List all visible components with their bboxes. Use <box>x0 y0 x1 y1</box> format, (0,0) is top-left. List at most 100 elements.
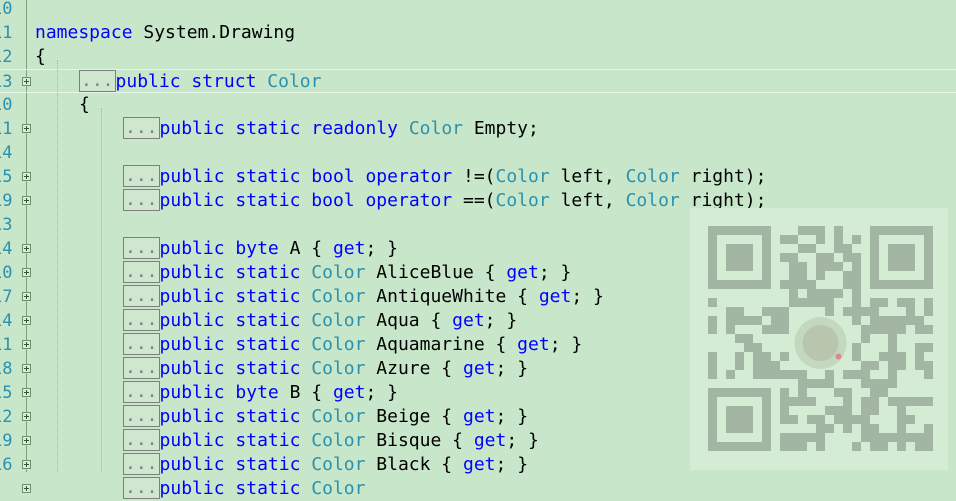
keyword-token: public <box>159 358 225 379</box>
type-token: Color <box>267 71 322 92</box>
expand-plus-icon[interactable] <box>22 364 31 373</box>
keyword-token: public <box>159 334 225 355</box>
collapsed-region-marker[interactable]: ... <box>123 333 160 355</box>
line-number: 11 <box>0 119 13 139</box>
keyword-token: static <box>235 190 301 211</box>
collapsed-region-marker[interactable]: ... <box>79 70 116 92</box>
text-token: ; } <box>571 286 604 307</box>
text-token: right); <box>679 166 767 187</box>
type-token: Color <box>311 478 366 499</box>
line-number: 13 <box>0 72 13 92</box>
keyword-token: get <box>506 262 539 283</box>
keyword-token: public <box>115 71 181 92</box>
collapsed-region-marker[interactable]: ... <box>123 309 160 331</box>
collapsed-region-marker[interactable]: ... <box>123 429 160 451</box>
code-line[interactable]: 11 ...public static readonly Color Empty; <box>0 117 956 141</box>
expand-plus-icon[interactable] <box>22 172 31 181</box>
expand-plus-icon[interactable] <box>22 244 31 253</box>
type-token: Color <box>311 430 366 451</box>
keyword-token: bool <box>311 190 355 211</box>
keyword-token: operator <box>365 166 453 187</box>
code-text: { <box>79 93 90 117</box>
code-text: ... public static Color AntiqueWhite { ge… <box>123 285 604 309</box>
collapsed-region-marker[interactable]: ... <box>123 189 160 211</box>
collapsed-region-marker[interactable]: ... <box>123 477 160 499</box>
text-token: ; } <box>495 406 529 427</box>
collapsed-region-marker[interactable]: ... <box>123 405 160 427</box>
line-number: 12 <box>0 407 13 427</box>
code-text: ... public static Color Azure { get; } <box>123 357 528 381</box>
line-number: 11 <box>0 335 13 355</box>
keyword-token: byte <box>235 382 279 403</box>
collapsed-region-marker[interactable]: ... <box>123 357 160 379</box>
expand-plus-icon[interactable] <box>22 388 31 397</box>
code-line[interactable]: ... public static Color <box>0 477 956 501</box>
expand-plus-icon[interactable] <box>22 268 31 277</box>
code-line[interactable]: 15...public static bool operator !=(Colo… <box>0 165 956 189</box>
expand-plus-icon[interactable] <box>22 292 31 301</box>
line-number: 18 <box>0 359 13 379</box>
collapsed-region-marker[interactable]: ... <box>123 117 160 139</box>
code-line[interactable]: 12 { <box>0 45 956 69</box>
expand-plus-icon[interactable] <box>22 412 31 421</box>
code-text: ... public static Color AliceBlue { get; … <box>123 261 571 285</box>
collapsed-region-marker[interactable]: ... <box>123 165 160 187</box>
keyword-token: public <box>159 382 225 403</box>
expand-plus-icon[interactable] <box>22 340 31 349</box>
code-line[interactable]: 14 <box>0 141 956 165</box>
code-text: ... public static readonly Color Empty; <box>123 117 539 141</box>
keyword-token: static <box>235 262 301 283</box>
code-text: ... public static Color Aquamarine { get;… <box>123 333 582 357</box>
collapsed-region-marker[interactable]: ... <box>123 237 160 259</box>
code-text: ... public static Color <box>123 477 365 501</box>
expand-plus-icon[interactable] <box>22 77 31 86</box>
line-number: 16 <box>0 455 13 475</box>
type-token: Color <box>495 190 550 211</box>
code-line[interactable]: 10 { <box>0 93 956 117</box>
text-token: left, <box>549 166 626 187</box>
code-text: ... public static bool operator !=(Color … <box>123 165 766 189</box>
code-line[interactable]: 10 <box>0 0 956 21</box>
text-token: ; } <box>549 334 583 355</box>
keyword-token: public <box>159 478 225 499</box>
expand-plus-icon[interactable] <box>22 196 31 205</box>
code-text: ... public struct Color <box>79 70 321 94</box>
collapsed-region-marker[interactable]: ... <box>123 261 160 283</box>
indent-guide <box>57 60 58 472</box>
keyword-token: public <box>159 118 225 139</box>
line-number: 11 <box>0 23 13 43</box>
expand-plus-icon[interactable] <box>22 316 31 325</box>
type-token: Color <box>495 166 550 187</box>
code-text: { <box>35 45 46 69</box>
text-token: ; } <box>538 262 572 283</box>
code-text: ... public static Color Black { get; } <box>123 453 528 477</box>
keyword-token: public <box>159 406 225 427</box>
expand-plus-icon[interactable] <box>22 484 31 493</box>
code-text: ... public static Color Bisque { get; } <box>123 429 539 453</box>
expand-plus-icon[interactable] <box>22 124 31 133</box>
code-text: namespace System.Drawing <box>35 21 295 45</box>
text-token: AliceBlue { <box>365 262 507 283</box>
expand-plus-icon[interactable] <box>22 460 31 469</box>
text-token: left, <box>549 190 626 211</box>
collapsed-region-marker[interactable]: ... <box>123 381 160 403</box>
line-number: 17 <box>0 287 13 307</box>
type-token: Color <box>408 118 463 139</box>
expand-plus-icon[interactable] <box>22 436 31 445</box>
line-number: 12 <box>0 47 13 67</box>
code-line[interactable]: 13 ...public struct Color <box>0 69 956 93</box>
code-line[interactable]: 11 namespace System.Drawing <box>0 21 956 45</box>
collapsed-region-marker[interactable]: ... <box>123 285 160 307</box>
